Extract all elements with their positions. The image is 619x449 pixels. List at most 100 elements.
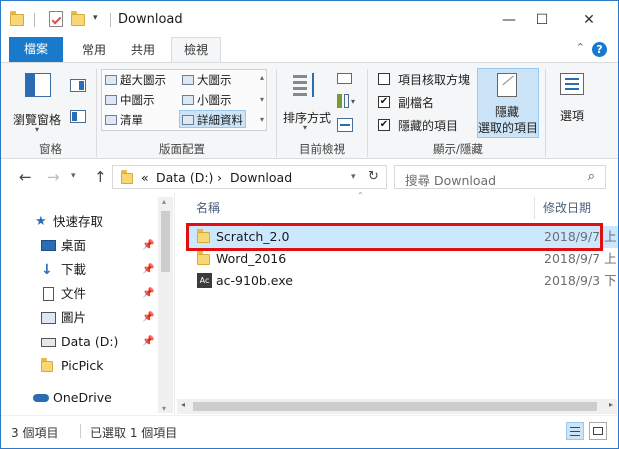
cloud-icon bbox=[33, 394, 49, 402]
address-drive[interactable]: Data (D:) bbox=[156, 170, 213, 185]
layout-details[interactable]: 詳細資料 bbox=[179, 110, 246, 128]
address-bar[interactable]: « Data (D:) › Download ▾ ↻ bbox=[112, 165, 387, 189]
search-input[interactable]: 搜尋 Download bbox=[405, 170, 496, 189]
nav-pane-button[interactable]: 瀏覽窗格 ▾ bbox=[11, 69, 63, 135]
sidebar-item-pictures[interactable]: 圖片 📌 bbox=[1, 307, 161, 329]
desktop-icon bbox=[41, 240, 56, 251]
sidebar-item-label: 文件 bbox=[61, 286, 87, 301]
sidebar-item-quick-access[interactable]: ★ 快速存取 bbox=[1, 211, 161, 233]
navigation-bar: ← → ▾ ↑ « Data (D:) › Download ▾ ↻ 搜尋 Do… bbox=[1, 161, 618, 193]
search-box[interactable]: 搜尋 Download ⌕ bbox=[394, 165, 606, 189]
list-icon bbox=[105, 115, 117, 125]
sidebar-item-desktop[interactable]: 桌面 📌 bbox=[1, 235, 161, 257]
item-checkboxes-checkbox[interactable] bbox=[378, 73, 390, 85]
file-extensions-option[interactable]: ✔ 副檔名 bbox=[378, 94, 470, 110]
hide-selected-label-2: 選取的項目 bbox=[478, 121, 539, 135]
title-separator bbox=[34, 13, 35, 27]
gallery-scroll-up-icon[interactable]: ▴ bbox=[260, 73, 264, 82]
file-name: ac-910b.exe bbox=[216, 273, 293, 288]
sidebar-item-downloads[interactable]: ↓ 下載 📌 bbox=[1, 259, 161, 281]
column-header-date[interactable]: 修改日期 bbox=[543, 199, 591, 216]
explorer-window: ▾ Download — ☐ ✕ 檔案 常用 共用 檢視 ⌃ ? 瀏覽窗格 ▾ … bbox=[0, 0, 619, 449]
file-extensions-checkbox[interactable]: ✔ bbox=[378, 96, 390, 108]
gallery-more-icon[interactable]: ▾ bbox=[260, 115, 264, 124]
help-icon[interactable]: ? bbox=[592, 42, 607, 57]
address-overflow[interactable]: « bbox=[141, 170, 149, 185]
collapse-ribbon-icon[interactable]: ⌃ bbox=[576, 41, 585, 54]
sidebar-scroll-thumb[interactable] bbox=[161, 211, 170, 272]
hide-selected-button[interactable]: 隱藏 選取的項目 bbox=[477, 68, 539, 138]
forward-arrow-icon[interactable]: → bbox=[47, 168, 60, 186]
status-bar: 3 個項目 已選取 1 個項目 bbox=[1, 415, 618, 448]
file-row-ac910b[interactable]: Ac ac-910b.exe 2018/9/3 下 bbox=[189, 270, 618, 292]
size-columns-icon[interactable] bbox=[337, 118, 353, 132]
back-arrow-icon[interactable]: ← bbox=[19, 168, 32, 186]
column-separator[interactable] bbox=[534, 197, 535, 219]
layout-medium[interactable]: 中圖示 bbox=[105, 91, 155, 109]
file-list-scroll-thumb[interactable] bbox=[193, 402, 597, 411]
column-header-name[interactable]: 名稱 bbox=[196, 199, 220, 216]
properties-icon[interactable] bbox=[49, 11, 63, 27]
preview-pane-icon[interactable] bbox=[70, 79, 86, 92]
sidebar-item-onedrive[interactable]: OneDrive bbox=[1, 387, 161, 409]
address-history-icon[interactable]: ▾ bbox=[351, 172, 356, 182]
document-icon bbox=[43, 287, 54, 301]
sidebar-scrollbar[interactable]: ▴ ▾ bbox=[158, 197, 173, 413]
tab-view[interactable]: 檢視 bbox=[171, 37, 221, 63]
pin-icon: 📌 bbox=[142, 264, 155, 275]
layout-small[interactable]: 小圖示 bbox=[182, 91, 232, 109]
tab-home[interactable]: 常用 bbox=[71, 40, 117, 62]
sort-by-button[interactable]: 排序方式 ▾ bbox=[281, 69, 333, 135]
large-icons-icon bbox=[182, 75, 194, 85]
sidebar-item-documents[interactable]: 文件 📌 bbox=[1, 283, 161, 305]
file-list-scrollbar[interactable]: ◂ ▸ bbox=[177, 399, 617, 414]
show-hide-group-label: 顯示/隱藏 bbox=[433, 142, 483, 156]
details-icon bbox=[182, 115, 194, 125]
quick-access-dropdown-icon[interactable]: ▾ bbox=[93, 13, 98, 23]
maximize-button[interactable]: ☐ bbox=[527, 9, 557, 31]
address-folder[interactable]: Download bbox=[230, 170, 292, 185]
folder-icon bbox=[197, 251, 211, 265]
options-label: 選項 bbox=[560, 109, 585, 123]
search-icon[interactable]: ⌕ bbox=[588, 169, 595, 184]
close-button[interactable]: ✕ bbox=[574, 9, 604, 31]
extra-large-icons-icon bbox=[105, 75, 117, 85]
hidden-items-checkbox[interactable]: ✔ bbox=[378, 119, 390, 131]
up-arrow-icon[interactable]: ↑ bbox=[94, 168, 107, 186]
tab-share[interactable]: 共用 bbox=[120, 40, 166, 62]
hidden-items-option[interactable]: ✔ 隱藏的項目 bbox=[378, 117, 470, 133]
sidebar-item-data-drive[interactable]: Data (D:) 📌 bbox=[1, 331, 161, 353]
scroll-right-icon[interactable]: ▸ bbox=[609, 400, 613, 409]
scroll-up-icon[interactable]: ▴ bbox=[162, 197, 166, 206]
group-separator bbox=[96, 69, 97, 157]
folder-icon bbox=[41, 358, 55, 373]
panes-group-label: 窗格 bbox=[39, 142, 62, 156]
scroll-down-icon[interactable]: ▾ bbox=[162, 404, 166, 413]
address-separator[interactable]: › bbox=[217, 170, 222, 185]
drive-icon bbox=[41, 338, 56, 347]
sort-indicator-icon: ⌃ bbox=[357, 191, 364, 200]
item-checkboxes-option[interactable]: 項目核取方塊 bbox=[378, 71, 470, 87]
group-separator bbox=[276, 69, 277, 157]
pin-icon: 📌 bbox=[142, 312, 155, 323]
file-row-word[interactable]: Word_2016 2018/9/7 上 bbox=[189, 248, 618, 270]
group-by-icon[interactable] bbox=[337, 73, 352, 84]
layout-large[interactable]: 大圖示 bbox=[182, 71, 232, 89]
gallery-scroll-down-icon[interactable]: ▾ bbox=[260, 95, 264, 104]
add-columns-icon[interactable]: ▾ bbox=[337, 94, 359, 108]
recent-locations-icon[interactable]: ▾ bbox=[71, 171, 76, 181]
sidebar-item-label: 桌面 bbox=[61, 238, 87, 253]
scroll-left-icon[interactable]: ◂ bbox=[181, 400, 185, 409]
tab-file[interactable]: 檔案 bbox=[9, 37, 63, 62]
options-button[interactable]: 選項 bbox=[551, 69, 595, 135]
hide-selected-label-1: 隱藏 bbox=[495, 105, 520, 119]
layout-list[interactable]: 清單 bbox=[105, 111, 143, 129]
large-icons-view-icon[interactable] bbox=[589, 422, 607, 440]
minimize-button[interactable]: — bbox=[494, 9, 524, 31]
layout-extra-large[interactable]: 超大圖示 bbox=[105, 71, 166, 89]
title-separator bbox=[110, 13, 111, 27]
refresh-icon[interactable]: ↻ bbox=[368, 169, 379, 184]
details-pane-icon[interactable] bbox=[70, 110, 86, 123]
details-view-icon[interactable] bbox=[566, 422, 584, 440]
sidebar-item-picpick[interactable]: PicPick bbox=[1, 355, 161, 377]
